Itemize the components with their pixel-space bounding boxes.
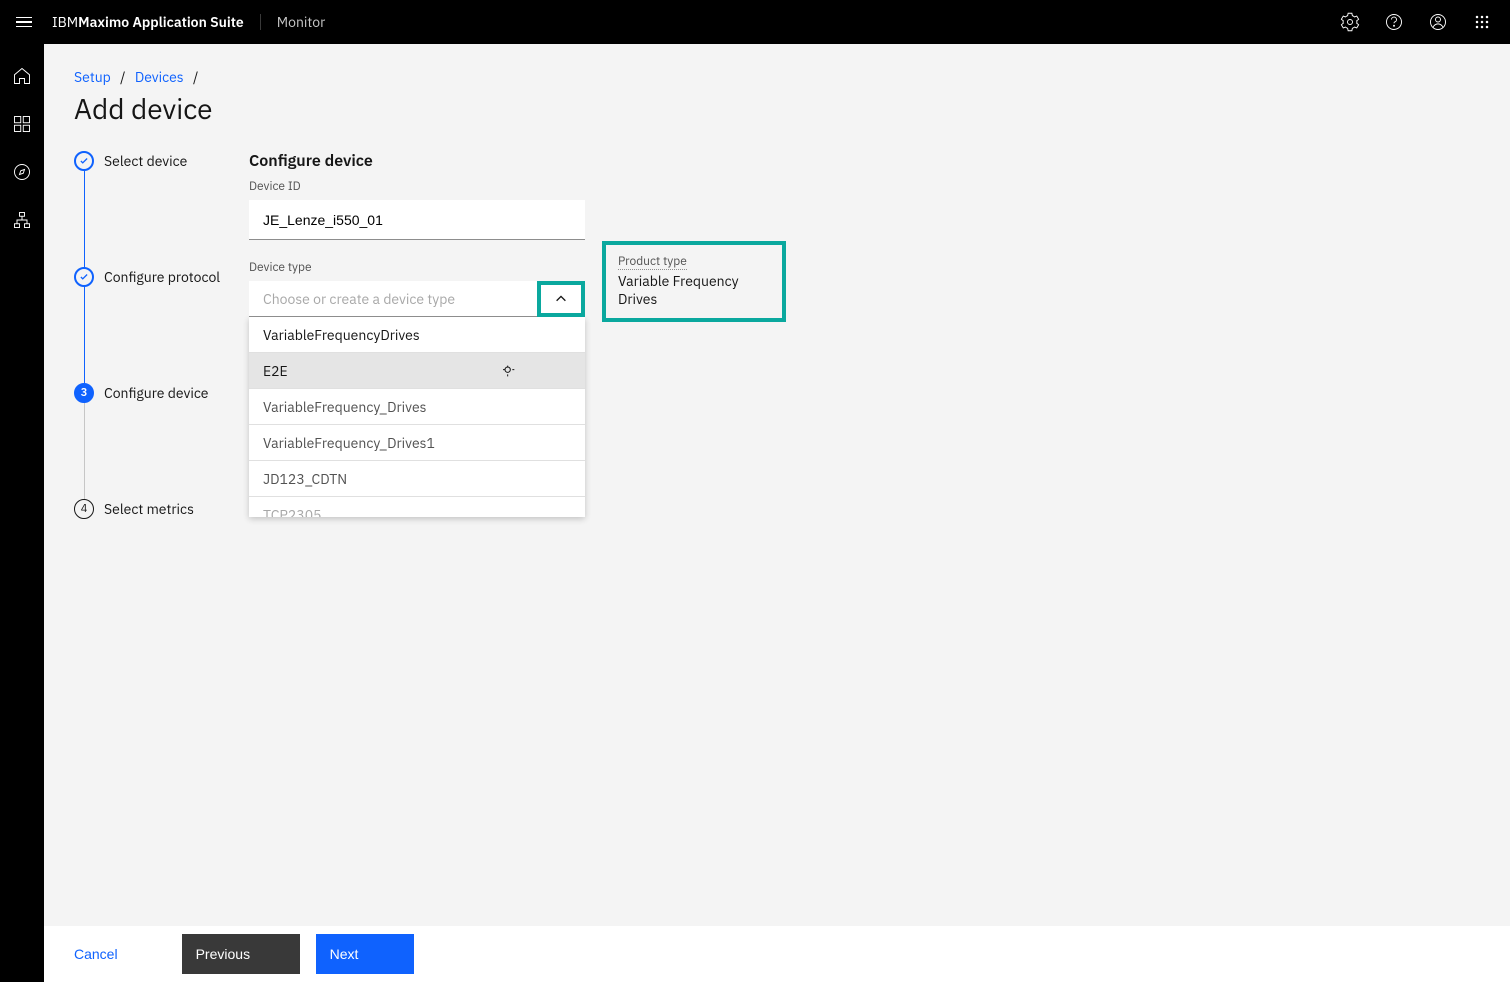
device-id-input[interactable]	[249, 200, 585, 240]
main-content: Setup / Devices / Add device Select devi…	[44, 44, 1510, 982]
step-configure-device[interactable]: 3 Configure device	[74, 383, 249, 403]
page-title: Add device	[74, 90, 1480, 127]
callout-value: Variable Frequency Drives	[618, 272, 739, 308]
cursor-icon	[501, 363, 517, 379]
wizard-steps: Select device Configure protocol	[74, 151, 249, 519]
step-select-metrics[interactable]: 4 Select metrics	[74, 499, 249, 519]
callout-label: Product type	[618, 254, 687, 270]
dropdown-placeholder: Choose or create a device type	[263, 290, 571, 308]
header-section: Monitor	[277, 13, 326, 31]
dropdown-option[interactable]: VariableFrequencyDrives	[249, 317, 585, 353]
brand-name: Maximo Application Suite	[78, 13, 244, 31]
previous-button[interactable]: Previous	[182, 934, 300, 974]
breadcrumb-sep: /	[120, 68, 125, 86]
dashboard-icon[interactable]	[2, 104, 42, 144]
dropdown-option[interactable]: VariableFrequency_Drives	[249, 389, 585, 425]
step-select-device[interactable]: Select device	[74, 151, 249, 171]
dropdown-option-label: E2E	[263, 362, 288, 380]
breadcrumb-link-devices[interactable]: Devices	[135, 68, 184, 86]
brand-prefix: IBM	[52, 13, 78, 31]
step-configure-protocol[interactable]: Configure protocol	[74, 267, 249, 287]
device-id-label: Device ID	[249, 179, 849, 194]
dropdown-option[interactable]: VariableFrequency_Drives1	[249, 425, 585, 461]
step-label: Configure device	[104, 383, 209, 402]
explore-icon[interactable]	[2, 152, 42, 192]
dropdown-option[interactable]: JD123_CDTN	[249, 461, 585, 497]
wizard-footer: Cancel Previous Next	[44, 926, 1510, 982]
dropdown-menu: VariableFrequencyDrives E2E VariableFreq…	[249, 317, 585, 517]
top-header: IBM Maximo Application Suite Monitor	[0, 0, 1510, 44]
step-number-icon: 3	[74, 383, 94, 403]
chevron-up-icon[interactable]	[537, 281, 585, 317]
menu-icon[interactable]	[16, 12, 36, 32]
breadcrumb: Setup / Devices /	[74, 68, 1480, 86]
home-icon[interactable]	[2, 56, 42, 96]
breadcrumb-sep: /	[193, 68, 198, 86]
product-type-callout: Product type Variable Frequency Drives	[602, 241, 786, 322]
user-icon[interactable]	[1418, 2, 1458, 42]
form-area: Configure device Device ID Device type C…	[249, 151, 849, 519]
step-label: Select metrics	[104, 499, 194, 518]
step-label: Configure protocol	[104, 267, 220, 286]
breadcrumb-link-setup[interactable]: Setup	[74, 68, 111, 86]
help-icon[interactable]	[1374, 2, 1414, 42]
step-label: Select device	[104, 151, 187, 170]
device-type-dropdown[interactable]: Choose or create a device type	[249, 281, 585, 317]
next-button[interactable]: Next	[316, 934, 414, 974]
header-divider	[260, 14, 261, 30]
dropdown-option[interactable]: TCP2305	[249, 497, 585, 517]
app-switcher-icon[interactable]	[1462, 2, 1502, 42]
left-rail	[0, 44, 44, 982]
step-number-icon: 4	[74, 499, 94, 519]
check-icon	[74, 151, 94, 171]
form-heading: Configure device	[249, 151, 849, 171]
cancel-button[interactable]: Cancel	[60, 934, 166, 974]
hierarchy-icon[interactable]	[2, 200, 42, 240]
header-actions	[1330, 2, 1502, 42]
dropdown-option[interactable]: E2E	[249, 353, 585, 389]
check-icon	[74, 267, 94, 287]
settings-icon[interactable]	[1330, 2, 1370, 42]
